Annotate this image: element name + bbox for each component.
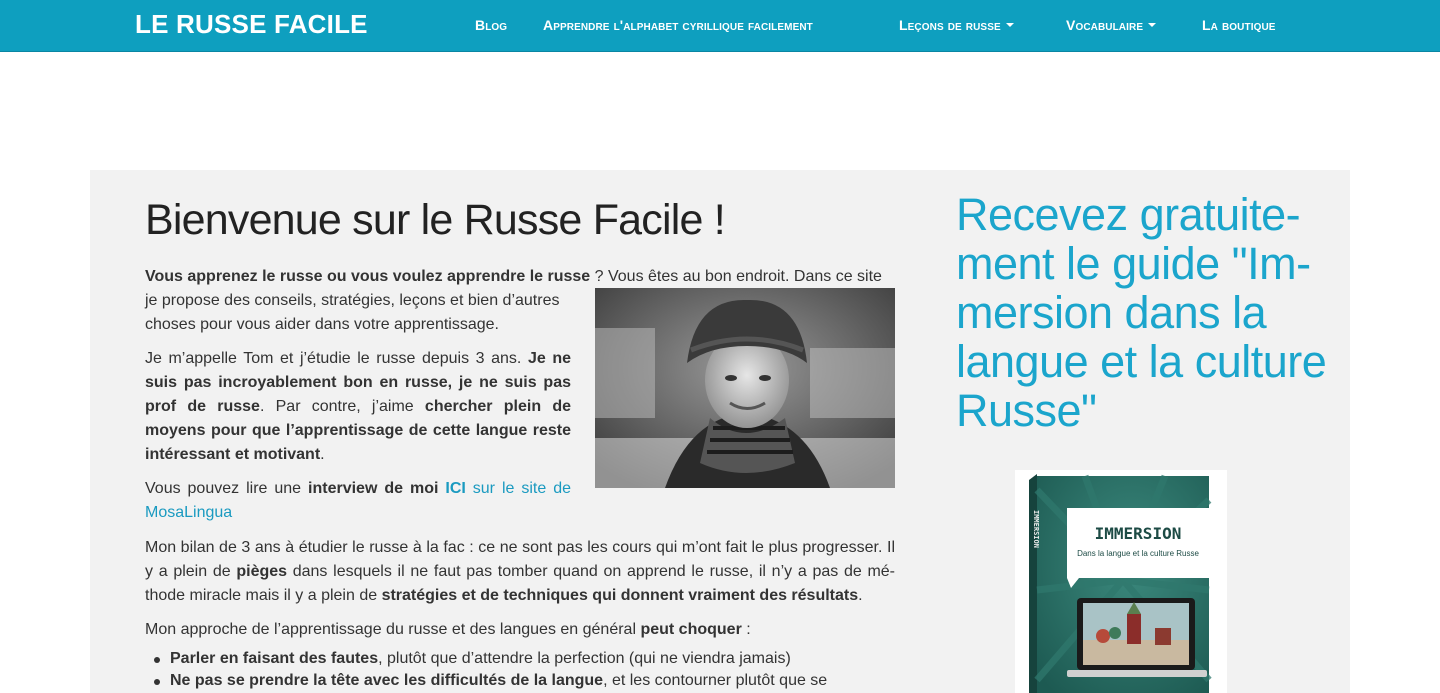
bilan-bold-1: pièges <box>236 563 288 580</box>
immersion-book-cover[interactable]: IMMERSION Dans la langue et la culture R… <box>1015 470 1227 693</box>
nav-item-boutique[interactable]: La boutique <box>1202 17 1276 33</box>
approach-list: Parler en faisant des fautes, plutôt que… <box>154 648 870 692</box>
book-subtitle: Dans la langue et la culture Russe <box>1077 549 1199 558</box>
approche-text-1: Mon approche de l’apprentissage du russe… <box>145 621 641 638</box>
list-item-bold: Ne pas se prendre la tête avec les diffi… <box>170 672 604 689</box>
approche-bold: peut choquer <box>640 621 742 638</box>
list-item: Parler en faisant des fautes, plutôt que… <box>154 648 870 670</box>
nav-item-alphabet[interactable]: Apprendre l'alphabet cyrillique facileme… <box>543 17 813 33</box>
about-paragraph: Je m’appelle Tom et j’étudie le russe de… <box>145 347 571 467</box>
author-photo-svg <box>595 288 895 488</box>
bilan-text-3: . <box>858 587 863 604</box>
list-item-text: , et les contourner plutôt que se <box>603 672 828 689</box>
intro-line-1: Vous apprenez le russe ou vous voulez ap… <box>145 265 895 289</box>
intro-line-3: choses pour vous aider dans votre appren… <box>145 316 499 333</box>
list-item-text: , plutôt que d’attendre la perfection (q… <box>378 650 791 667</box>
list-item: Ne pas se prendre la tête avec les diffi… <box>154 670 870 692</box>
bilan-paragraph: Mon bilan de 3 ans à étudier le russe à … <box>145 536 895 608</box>
intro-line-2: je propose des conseils, stratégies, leç… <box>145 292 560 309</box>
caret-down-icon <box>1148 23 1157 28</box>
bilan-bold-2: stratégies et de techniques qui donnent … <box>381 587 859 604</box>
intro-bold: Vous apprenez le russe ou vous voulez ap… <box>145 268 591 285</box>
site-logo[interactable]: LE RUSSE FACILE <box>135 9 368 40</box>
interview-link-ici-label: ICI <box>445 480 466 497</box>
interview-bold: interview de moi <box>308 480 446 497</box>
intro-rest: ? Vous êtes au bon endroit. Dans ce site <box>590 268 882 285</box>
author-photo <box>595 288 895 488</box>
interview-text: Vous pouvez lire une <box>145 480 309 497</box>
caret-down-icon <box>1005 23 1014 28</box>
book-title: IMMERSION <box>1095 524 1182 543</box>
nav-item-label: Vocabulaire <box>1066 17 1144 33</box>
interview-paragraph: Vous pouvez lire une interview de moi IC… <box>145 477 571 525</box>
about-text-2: . Par contre, j’aime <box>259 398 425 415</box>
nav-item-label: Apprendre l'alphabet cyrillique facileme… <box>543 17 813 33</box>
guide-offer-title[interactable]: Recevez gratuite-ment le guide "Im-mersi… <box>956 190 1336 435</box>
interview-link-ici[interactable]: ICI <box>445 480 465 497</box>
about-text-3: . <box>320 446 325 463</box>
list-item-bold: Parler en faisant des fautes <box>170 650 379 667</box>
about-text-1: Je m’appelle Tom et j’étudie le russe de… <box>145 350 528 367</box>
approche-text-2: : <box>741 621 751 638</box>
nav-item-lecons[interactable]: Leçons de russe <box>899 17 1014 33</box>
nav-item-label: La boutique <box>1202 17 1276 33</box>
nav-item-blog[interactable]: Blog <box>475 17 507 33</box>
approche-paragraph: Mon approche de l’apprentissage du russe… <box>145 618 895 642</box>
nav-item-label: Leçons de russe <box>899 17 1001 33</box>
page-title: Bienvenue sur le Russe Facile ! <box>145 196 726 244</box>
nav-item-label: Blog <box>475 17 508 33</box>
top-navbar: LE RUSSE FACILE Blog Apprendre l'alphabe… <box>0 0 1440 52</box>
book-cover-svg: IMMERSION Dans la langue et la culture R… <box>1015 470 1227 693</box>
nav-item-vocabulaire[interactable]: Vocabulaire <box>1066 17 1157 33</box>
book-spine-text: IMMERSION <box>1032 510 1040 548</box>
